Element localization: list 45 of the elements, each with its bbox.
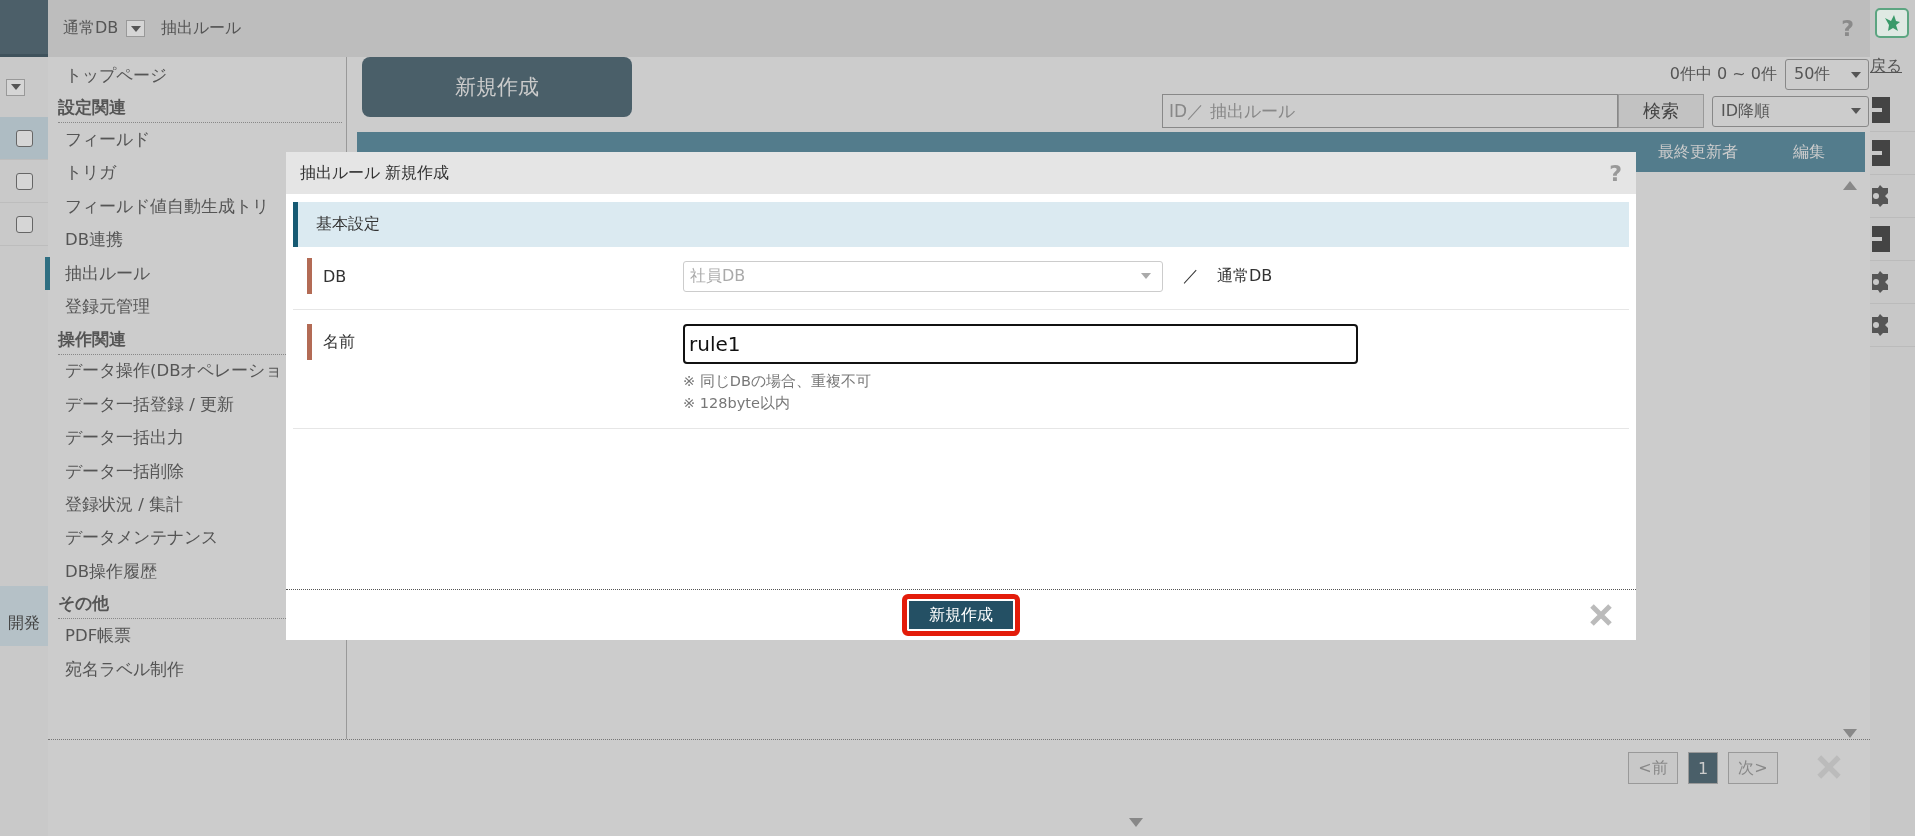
menu-item[interactable]: フィールド <box>45 123 346 157</box>
dropdown-button[interactable] <box>6 78 25 96</box>
dropdown-button[interactable] <box>126 20 146 37</box>
separator: ／ <box>1183 265 1199 287</box>
header-block <box>0 0 48 57</box>
dropdown-icon <box>9 83 22 91</box>
scroll-down-icon[interactable] <box>1842 728 1858 739</box>
db-type-text: 通常DB <box>1217 265 1273 287</box>
scroll-up-icon[interactable] <box>1842 180 1858 191</box>
app-icon[interactable] <box>1875 8 1909 38</box>
plus-box-icon[interactable] <box>1872 97 1892 123</box>
field-note: ※ 同じDBの場合、重複不可 <box>683 372 872 391</box>
checkbox[interactable] <box>15 172 33 190</box>
column-header: 編集 <box>1793 141 1825 163</box>
create-button[interactable]: 新規作成 <box>902 594 1020 636</box>
new-button[interactable]: 新規作成 <box>362 57 632 117</box>
dev-tab[interactable]: 開発 <box>0 586 48 646</box>
page-size-select[interactable]: 50件 <box>1785 59 1869 90</box>
back-link[interactable]: 戻る <box>1870 56 1915 77</box>
sort-select[interactable]: ID降順 <box>1712 95 1869 127</box>
list-row[interactable] <box>0 117 48 160</box>
page-title: 抽出ルール <box>161 18 242 39</box>
name-input[interactable]: rule1 <box>683 324 1358 364</box>
checkbox[interactable] <box>15 215 33 233</box>
column-header: 最終更新者 <box>1658 141 1738 163</box>
dropdown-icon <box>1850 107 1862 115</box>
checkbox[interactable] <box>15 129 33 147</box>
page-button[interactable]: 1 <box>1688 752 1718 784</box>
dialog-title: 抽出ルール 新規作成 <box>300 162 450 184</box>
menu-item[interactable]: トップページ <box>45 59 346 93</box>
scroll-down-icon[interactable] <box>1128 817 1144 828</box>
dropdown-icon <box>1850 70 1862 79</box>
menu-heading: 設定関連 <box>58 92 342 124</box>
field-note: ※ 128byte以内 <box>683 394 791 413</box>
field-label: DB <box>307 258 683 294</box>
section-header: 基本設定 <box>293 202 1629 247</box>
db-name: 通常DB <box>63 18 119 39</box>
search-button[interactable]: 検索 <box>1618 94 1704 128</box>
menu-item[interactable]: 宛名ラベル制作 <box>45 652 346 687</box>
record-count: 0件中 0 ~ 0件 <box>1669 64 1777 85</box>
dropdown-icon <box>1140 272 1152 280</box>
plus-box-icon[interactable] <box>1872 140 1892 166</box>
dropdown-icon <box>129 24 142 33</box>
plus-box-icon[interactable] <box>1872 226 1892 252</box>
search-field[interactable]: ID／ 抽出ルール <box>1162 94 1618 128</box>
